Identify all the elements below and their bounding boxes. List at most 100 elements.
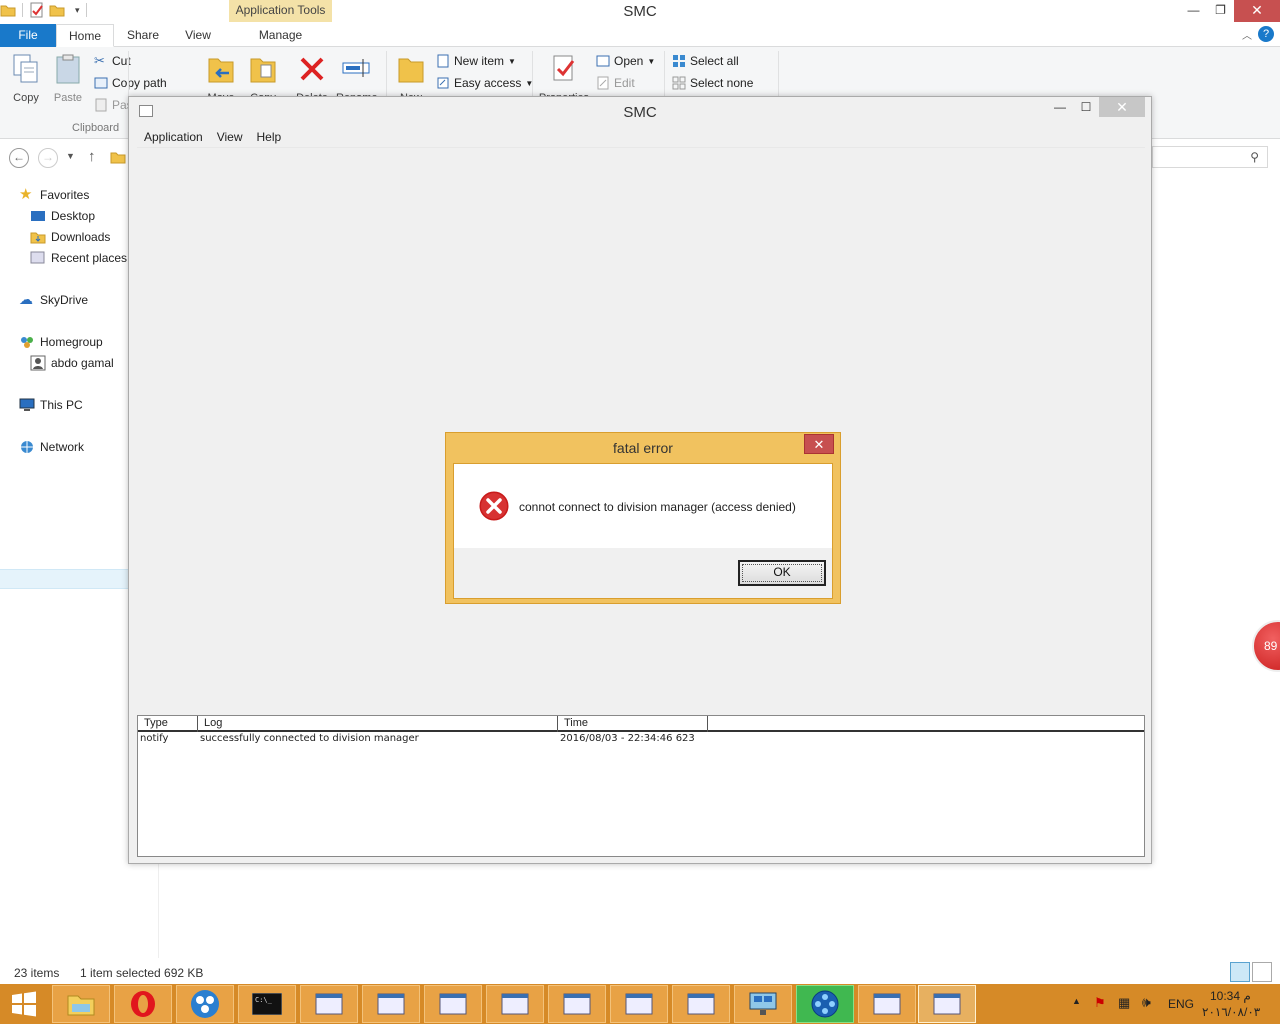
taskbar-file-explorer[interactable]	[52, 985, 110, 1023]
start-button[interactable]	[0, 985, 48, 1023]
easy-access-button[interactable]: Easy access ▼	[436, 76, 533, 90]
tab-home[interactable]: Home	[56, 24, 114, 47]
nav-item-user[interactable]: abdo gamal	[30, 355, 114, 371]
cell-time: 2016/08/03 - 22:34:46 623	[560, 733, 695, 744]
select-none-label: Select none	[690, 76, 754, 90]
select-none-button[interactable]: Select none	[672, 76, 753, 90]
copy-button[interactable]: Copy	[8, 53, 44, 104]
cut-button[interactable]: ✂ Cut	[94, 54, 131, 69]
notification-badge[interactable]: 89	[1252, 620, 1280, 672]
desktop-icon	[31, 211, 45, 221]
edit-label: Edit	[614, 76, 635, 90]
system-tray: ▲ ⚑ ▦ 🕪 ENG 10:34 م ٢٠١٦/٠٨/٠٣	[1060, 984, 1280, 1024]
search-input[interactable]: ⚲	[1152, 146, 1268, 168]
opera-icon	[131, 991, 155, 1017]
app-window-icon	[501, 993, 529, 1015]
show-hidden-icons-icon[interactable]: ▲	[1072, 996, 1081, 1006]
copy-path-label: Copy path	[112, 76, 167, 90]
large-icons-view-button[interactable]	[1252, 962, 1272, 982]
dialog-message-area: connot connect to division manager (acce…	[454, 464, 832, 548]
nav-label: Homegroup	[40, 335, 103, 349]
tab-view[interactable]: View	[172, 24, 224, 47]
forward-button[interactable]: →	[38, 148, 58, 168]
nav-item-homegroup[interactable]: Homegroup	[19, 334, 103, 350]
taskbar-network-app[interactable]	[734, 985, 792, 1023]
ok-button[interactable]: OK	[738, 560, 826, 586]
nav-item-skydrive[interactable]: ☁ SkyDrive	[19, 292, 88, 308]
nav-item-this-pc[interactable]: This PC	[19, 397, 83, 413]
nav-item-downloads[interactable]: Downloads	[30, 229, 110, 245]
smc-maximize-button[interactable]: ☐	[1073, 97, 1099, 117]
taskbar-opera[interactable]	[114, 985, 172, 1023]
delete-x-icon	[300, 57, 324, 81]
help-icon[interactable]: ?	[1258, 26, 1274, 42]
menu-view[interactable]: View	[210, 127, 250, 147]
nav-label: Recent places	[51, 251, 128, 265]
column-header-type[interactable]: Type	[138, 716, 198, 732]
network-tray-icon[interactable]: ▦	[1118, 995, 1130, 1011]
edit-button[interactable]: Edit	[596, 76, 635, 90]
recent-locations-icon[interactable]: ▼	[66, 151, 75, 161]
clock-time[interactable]: 10:34 م	[1210, 989, 1251, 1003]
select-all-icon	[673, 55, 685, 67]
log-table[interactable]: Type Log Time notify successfully connec…	[137, 715, 1145, 857]
smc-close-button[interactable]: ✕	[1099, 97, 1145, 117]
minimize-button[interactable]: —	[1180, 0, 1207, 22]
new-item-button[interactable]: New item ▼	[436, 54, 516, 68]
taskbar-window-5[interactable]	[548, 985, 606, 1023]
back-button[interactable]: ←	[9, 148, 29, 168]
tab-file[interactable]: File	[0, 24, 56, 47]
taskbar-window-3[interactable]	[424, 985, 482, 1023]
taskbar-window-6[interactable]	[610, 985, 668, 1023]
open-icon	[596, 55, 610, 67]
menu-application[interactable]: Application	[137, 127, 210, 147]
restore-button[interactable]: ❐	[1207, 0, 1234, 22]
nav-item-recent-places[interactable]: Recent places	[30, 250, 127, 266]
taskbar-app-circles[interactable]	[176, 985, 234, 1023]
taskbar-media-player[interactable]	[796, 985, 854, 1023]
column-header-time[interactable]: Time	[558, 716, 708, 732]
nav-item-network[interactable]: Network	[19, 439, 84, 455]
table-row[interactable]: notify successfully connected to divisio…	[138, 733, 1144, 747]
taskbar-window-2[interactable]	[362, 985, 420, 1023]
item-count: 23 items	[14, 966, 60, 980]
details-view-button[interactable]	[1230, 962, 1250, 982]
clock-date[interactable]: ٢٠١٦/٠٨/٠٣	[1202, 1005, 1260, 1019]
copy-path-button[interactable]: Copy path	[94, 76, 167, 90]
copy-folder-icon	[250, 58, 276, 83]
search-icon[interactable]: ⚲	[1250, 150, 1259, 164]
nav-item-desktop[interactable]: Desktop	[30, 208, 95, 224]
paste-button[interactable]: Paste	[50, 53, 86, 104]
action-center-flag-icon[interactable]: ⚑	[1094, 995, 1106, 1011]
tab-share[interactable]: Share	[114, 24, 172, 47]
menu-help[interactable]: Help	[250, 127, 289, 147]
nav-item-favorites[interactable]: ★ Favorites	[19, 187, 89, 203]
taskbar-window-1[interactable]	[300, 985, 358, 1023]
dialog-close-button[interactable]: ✕	[804, 434, 834, 454]
taskbar-window-4[interactable]	[486, 985, 544, 1023]
select-all-label: Select all	[690, 54, 739, 68]
taskbar-window-8[interactable]	[858, 985, 916, 1023]
tab-manage[interactable]: Manage	[229, 24, 332, 47]
navigation-pane: ★ Favorites Desktop Downloads Recent pla…	[0, 174, 128, 954]
app-window-icon	[933, 993, 961, 1015]
smc-titlebar: SMC — ☐ ✕	[129, 97, 1151, 127]
open-button[interactable]: Open ▼	[596, 54, 655, 68]
up-arrow-icon[interactable]: ↑	[88, 148, 96, 165]
smc-minimize-button[interactable]: —	[1047, 97, 1073, 117]
cell-log: successfully connected to division manag…	[200, 733, 419, 744]
taskbar-smc-window[interactable]	[918, 985, 976, 1023]
app-window-icon	[563, 993, 591, 1015]
nav-label: This PC	[40, 398, 83, 412]
input-language[interactable]: ENG	[1168, 997, 1194, 1011]
column-header-log[interactable]: Log	[198, 716, 558, 732]
taskbar-window-7[interactable]	[672, 985, 730, 1023]
log-table-header: Type Log Time	[138, 716, 1144, 732]
volume-icon[interactable]: 🕪	[1142, 994, 1151, 1011]
taskbar-command-prompt[interactable]: C:\_	[238, 985, 296, 1023]
select-all-button[interactable]: Select all	[672, 54, 739, 68]
close-button[interactable]: ✕	[1234, 0, 1280, 22]
app-window-icon	[625, 993, 653, 1015]
minimize-ribbon-icon[interactable]: ︿	[1242, 27, 1252, 42]
paste-shortcut-button[interactable]: Pas	[94, 98, 133, 112]
